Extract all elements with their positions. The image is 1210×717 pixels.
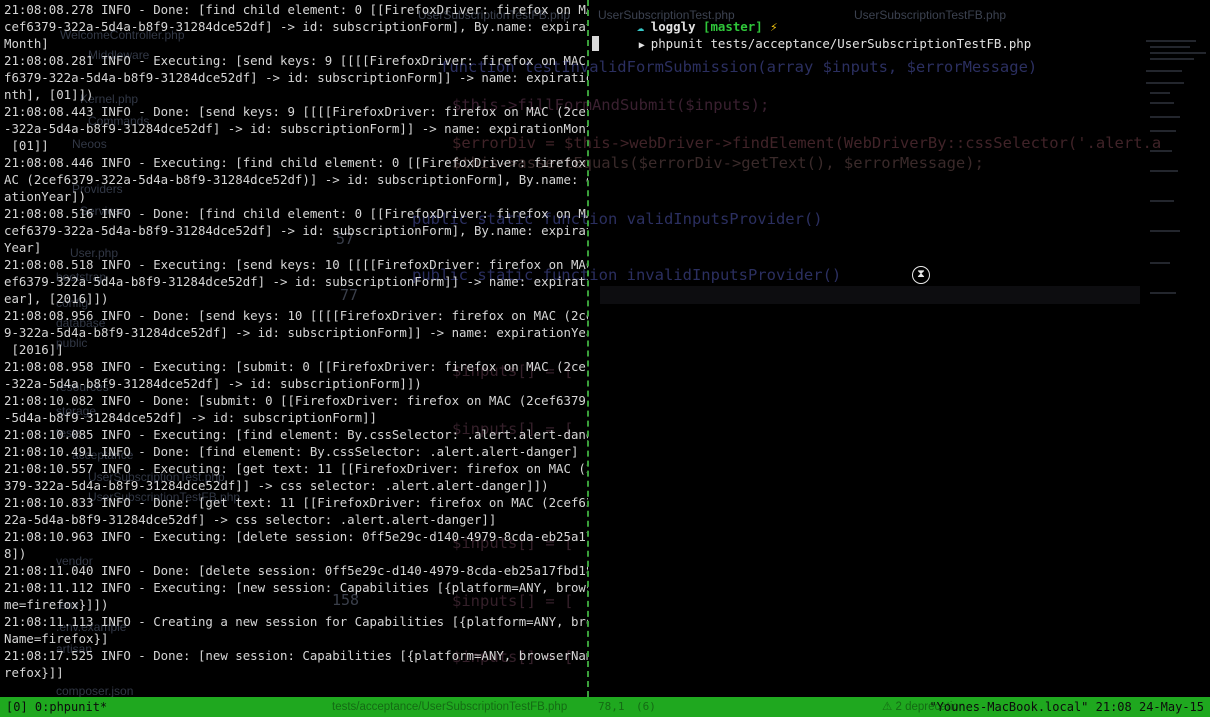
log-line: 21:08:08.516 INFO - Done: [find child el…	[4, 206, 588, 221]
shell-prompt: ☁ loggly [master] ⚡	[592, 1, 778, 34]
log-line: 21:08:11.112 INFO - Executing: [new sess…	[4, 580, 588, 595]
log-line: 21:08:10.963 INFO - Executing: [delete s…	[4, 529, 588, 544]
ide-status-position: 78,1	[598, 700, 625, 713]
arrow-right-icon: ▶	[638, 40, 645, 51]
log-line: 22a-5d4a-b8f9-31284dce52df] -> css selec…	[4, 512, 497, 527]
log-line: -322a-5d4a-b8f9-31284dce52df] -> id: sub…	[4, 121, 588, 136]
log-line: AC (2cef6379-322a-5d4a-b8f9-31284dce52df…	[4, 172, 588, 187]
log-line: 21:08:11.113 INFO - Creating a new sessi…	[4, 614, 588, 629]
log-line: 21:08:08.958 INFO - Executing: [submit: …	[4, 359, 588, 374]
log-line: 21:08:10.557 INFO - Executing: [get text…	[4, 461, 588, 476]
log-line: 21:08:10.085 INFO - Executing: [find ele…	[4, 427, 588, 442]
tmux-host-clock: "Younes-MacBook.local" 21:08 24-May-15	[929, 700, 1204, 714]
log-line: 21:08:17.525 INFO - Done: [new session: …	[4, 648, 588, 663]
log-line: ef6379-322a-5d4a-b8f9-31284dce52df] -> i…	[4, 274, 588, 289]
tmux-window-label[interactable]: [0] 0:phpunit*	[6, 697, 107, 717]
log-line: 379-322a-5d4a-b8f9-31284dce52df]] -> css…	[4, 478, 549, 493]
log-line: 21:08:08.281 INFO - Executing: [send key…	[4, 53, 588, 68]
log-line: 21:08:10.833 INFO - Done: [get text: 11 …	[4, 495, 588, 510]
log-line: ationYear])	[4, 189, 87, 204]
ide-status-selection: (6)	[636, 700, 656, 713]
log-line: 21:08:08.956 INFO - Done: [send keys: 10…	[4, 308, 588, 323]
log-line: 21:08:10.082 INFO - Done: [submit: 0 [[F…	[4, 393, 588, 408]
command-line[interactable]: ▶ phpunit tests/acceptance/UserSubscripti…	[592, 18, 1031, 51]
log-line: 8])	[4, 546, 27, 561]
log-line: [01]]	[4, 138, 49, 153]
log-line: nth], [01]])	[4, 87, 94, 102]
log-line: me=firefox}]])	[4, 597, 109, 612]
tmux-status-bar: [0] 0:phpunit* tests/acceptance/UserSubs…	[0, 697, 1210, 717]
log-line: Year]	[4, 240, 42, 255]
log-line: 9-322a-5d4a-b8f9-31284dce52df] -> id: su…	[4, 325, 588, 340]
screen: UserSubscriptionTestFB.php UserSubscript…	[0, 0, 1210, 717]
log-line: 21:08:11.040 INFO - Done: [delete sessio…	[4, 563, 588, 578]
log-line: f6379-322a-5d4a-b8f9-31284dce52df] -> id…	[4, 70, 588, 85]
log-line: Name=firefox}]	[4, 631, 109, 646]
log-line: cef6379-322a-5d4a-b8f9-31284dce52df] -> …	[4, 223, 588, 238]
command-text: phpunit tests/acceptance/UserSubscriptio…	[650, 36, 1032, 51]
log-line: -322a-5d4a-b8f9-31284dce52df] -> id: sub…	[4, 376, 422, 391]
text-cursor	[592, 36, 599, 51]
log-line: [2016]]	[4, 342, 64, 357]
log-line: 21:08:08.446 INFO - Executing: [find chi…	[4, 155, 588, 170]
log-line: Month]	[4, 36, 49, 51]
log-line: 21:08:08.518 INFO - Executing: [send key…	[4, 257, 588, 272]
log-line: 21:08:10.491 INFO - Done: [find element:…	[4, 444, 579, 459]
log-line: ear], [2016]])	[4, 291, 109, 306]
terminal-log-pane[interactable]: 21:08:08.278 INFO - Done: [find child el…	[0, 0, 588, 697]
terminal-shell-pane[interactable]: ☁ loggly [master] ⚡ ▶ phpunit tests/accept…	[592, 0, 1210, 697]
wait-cursor-icon: ⧗	[912, 266, 930, 284]
ide-status-file: tests/acceptance/UserSubscriptionTestFB.…	[332, 701, 568, 713]
log-line: refox}]]	[4, 665, 64, 680]
log-line: 21:08:08.278 INFO - Done: [find child el…	[4, 2, 588, 17]
pane-divider[interactable]	[587, 0, 590, 697]
log-line: 21:08:08.443 INFO - Done: [send keys: 9 …	[4, 104, 588, 119]
log-line: cef6379-322a-5d4a-b8f9-31284dce52df] -> …	[4, 19, 588, 34]
log-line: -5d4a-b8f9-31284dce52df] -> id: subscrip…	[4, 410, 377, 425]
